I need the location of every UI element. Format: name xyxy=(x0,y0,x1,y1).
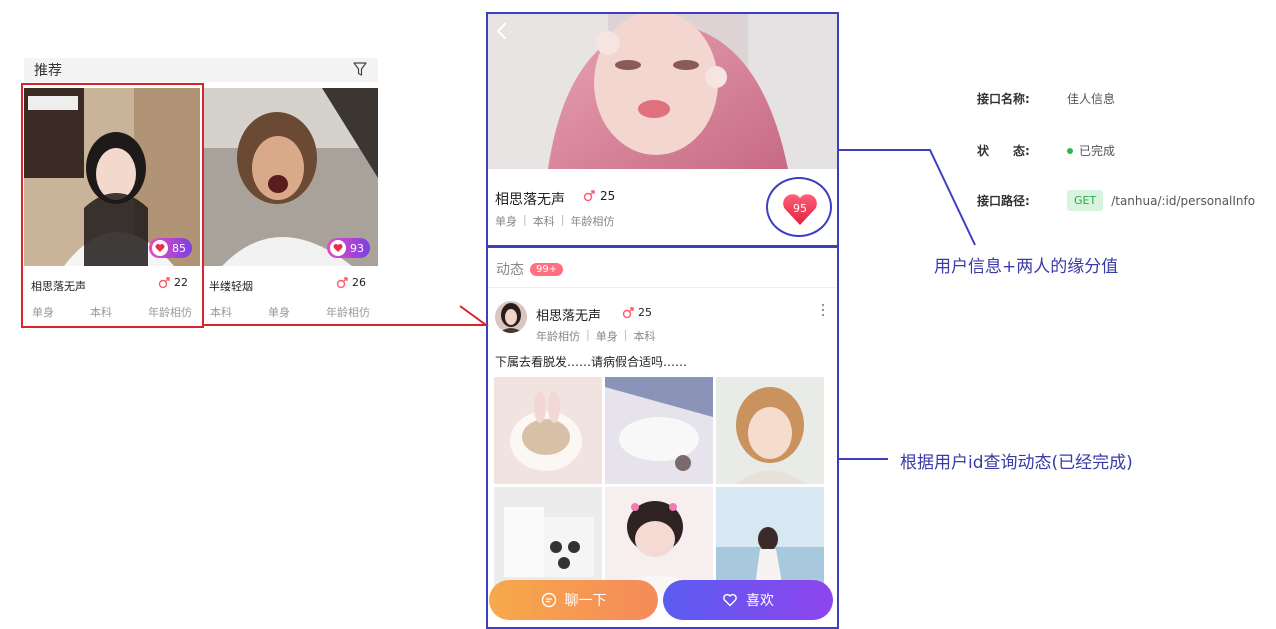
heart-icon xyxy=(330,240,346,256)
post-age-value: 25 xyxy=(638,306,652,319)
profile-tags: 单身 | 本科 | 年龄相仿 xyxy=(495,213,615,228)
divider xyxy=(488,287,838,288)
heart-outline-icon xyxy=(723,593,737,607)
feed-section: 动态 99+ 相思落无声 25 年龄相仿 | 单身 | 本科 下属去看脱发……请病假… xyxy=(488,247,838,628)
feed-header: 动态 99+ xyxy=(496,259,564,279)
gender-male-icon xyxy=(336,276,348,288)
api-name-value: 佳人信息 xyxy=(1067,92,1116,106)
fate-value: 93 xyxy=(350,241,364,255)
http-method-badge: GET xyxy=(1067,190,1104,211)
tag: 本科 xyxy=(210,306,232,319)
tag: 单身 xyxy=(495,215,517,228)
post-photo[interactable] xyxy=(605,377,713,484)
status-dot-icon xyxy=(1067,147,1073,154)
profile-info: 相思落无声 25 单身 | 本科 | 年龄相仿 95 xyxy=(488,169,838,245)
like-button[interactable]: 喜欢 xyxy=(663,580,833,620)
post-author-age: 25 xyxy=(622,306,652,319)
tag: 本科 xyxy=(532,215,555,228)
back-arrow-icon[interactable] xyxy=(494,21,510,41)
chat-bubble-icon xyxy=(541,592,556,608)
feed-title: 动态 xyxy=(496,262,524,278)
post-text: 下属去看脱发……请病假合适吗…… xyxy=(495,355,688,369)
api-status-row: 状 态: 已完成 xyxy=(977,142,1115,159)
fate-badge: 93 xyxy=(327,238,370,258)
post-photo[interactable] xyxy=(494,487,602,594)
post-photo[interactable] xyxy=(716,487,824,594)
card-age: 26 xyxy=(336,276,366,289)
post-tags: 年龄相仿 | 单身 | 本科 xyxy=(536,328,656,343)
tag: 年龄相仿 xyxy=(326,306,370,319)
chat-button-label: 聊一下 xyxy=(564,593,607,609)
tag: 年龄相仿 xyxy=(536,330,580,343)
card-age-value: 26 xyxy=(352,276,366,289)
api-path-value: /tanhua/:id/personalInfo xyxy=(1111,193,1256,208)
post-photo[interactable] xyxy=(716,377,824,484)
filter-icon[interactable] xyxy=(352,61,368,77)
api-path-label: 接口路径: xyxy=(977,194,1030,208)
feed-query-note: 根据用户id查询动态(已经完成) xyxy=(900,453,1133,473)
tag: 本科 xyxy=(633,330,656,343)
profile-hero-photo xyxy=(488,13,838,169)
api-name-row: 接口名称: 佳人信息 xyxy=(977,90,1115,107)
recommend-title: 推荐 xyxy=(34,63,62,79)
feed-count-badge: 99+ xyxy=(530,262,564,276)
user-info-note: 用户信息+两人的缘分值 xyxy=(934,257,1119,277)
card-tags: 本科 单身 年龄相仿 xyxy=(202,304,378,320)
highlight-oval xyxy=(766,177,832,237)
chat-button[interactable]: 聊一下 xyxy=(489,580,658,620)
tag: 单身 xyxy=(595,330,618,343)
api-status-label: 状 态: xyxy=(977,144,1030,158)
gender-male-icon xyxy=(583,190,595,202)
profile-age: 25 xyxy=(583,189,615,203)
card-photo: 93 xyxy=(202,88,378,266)
recommend-header: 推荐 xyxy=(24,58,378,82)
recommend-card[interactable]: 93 半缕轻烟 26 本科 单身 年龄相仿 xyxy=(202,88,378,328)
gender-male-icon xyxy=(622,306,634,318)
profile-name: 相思落无声 xyxy=(495,192,565,208)
like-button-label: 喜欢 xyxy=(746,593,774,609)
post-photo-grid xyxy=(494,377,828,594)
profile-age-value: 25 xyxy=(600,189,616,203)
card-name: 半缕轻烟 xyxy=(209,280,253,293)
more-vertical-icon[interactable] xyxy=(820,303,826,317)
annotation-divider xyxy=(486,245,839,248)
profile-screen: 相思落无声 25 单身 | 本科 | 年龄相仿 95 动态 99+ 相思落无声 … xyxy=(488,13,838,628)
tag: 年龄相仿 xyxy=(570,215,615,228)
post-photo[interactable] xyxy=(494,377,602,484)
post-photo[interactable] xyxy=(605,487,713,594)
tag: 单身 xyxy=(268,306,290,319)
avatar[interactable] xyxy=(495,301,527,333)
api-status-value: 已完成 xyxy=(1079,144,1116,158)
api-name-label: 接口名称: xyxy=(977,92,1030,106)
post-author-name: 相思落无声 xyxy=(536,309,602,324)
highlight-box xyxy=(21,83,204,328)
api-path-row: 接口路径: GET /tanhua/:id/personalInfo xyxy=(977,190,1255,211)
